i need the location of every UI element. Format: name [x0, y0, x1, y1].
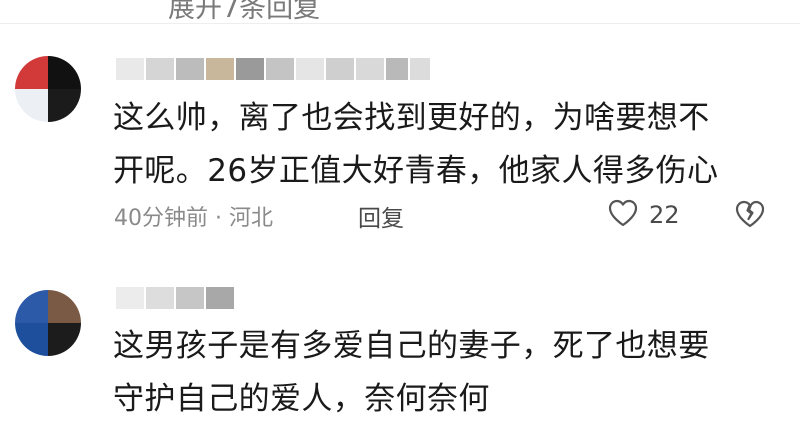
broken-heart-icon: [733, 200, 767, 233]
comment-text: 这么帅，离了也会找到更好的，为啥要想不 开呢。26岁正值大好青春，他家人得多伤心: [113, 92, 773, 198]
comment-item: 这男孩子是有多爱自己的妻子，死了也想要 守护自己的爱人，奈何奈何: [0, 283, 800, 419]
comment-item: 这么帅，离了也会找到更好的，为啥要想不 开呢。26岁正值大好青春，他家人得多伤心…: [0, 48, 800, 248]
avatar[interactable]: [15, 56, 81, 122]
comment-time: 40分钟前: [114, 206, 208, 231]
dislike-button[interactable]: [733, 199, 767, 233]
avatar-tile: [15, 56, 48, 89]
avatar-tile: [48, 89, 81, 122]
heart-outline-icon: [607, 198, 639, 232]
comment-text: 这男孩子是有多爱自己的妻子，死了也想要 守护自己的爱人，奈何奈何: [113, 320, 773, 426]
username-blurred[interactable]: [116, 58, 430, 84]
avatar-tile: [15, 290, 48, 323]
reply-button[interactable]: 回复: [358, 199, 404, 233]
username-blurred[interactable]: [116, 287, 234, 313]
comment-line: 这么帅，离了也会找到更好的，为啥要想不: [113, 100, 710, 136]
avatar-tile: [15, 89, 48, 122]
avatar-tile: [48, 290, 81, 323]
like-count: 22: [649, 201, 680, 229]
avatar-tile: [48, 56, 81, 89]
avatar[interactable]: [15, 290, 81, 356]
avatar-tile: [15, 323, 48, 356]
avatar-tile: [48, 323, 81, 356]
comment-line: 开呢。26岁正值大好青春，他家人得多伤心: [113, 153, 719, 189]
expand-replies-link[interactable]: 展开7条回复: [168, 0, 320, 25]
meta-separator: ·: [215, 206, 222, 231]
comment-location: 河北: [229, 206, 274, 231]
divider: [0, 23, 800, 24]
comment-meta: 40分钟前 · 河北: [114, 200, 273, 232]
comment-line: 这男孩子是有多爱自己的妻子，死了也想要: [113, 328, 710, 364]
like-button[interactable]: 22: [607, 198, 680, 232]
comment-line: 守护自己的爱人，奈何奈何: [113, 381, 490, 417]
